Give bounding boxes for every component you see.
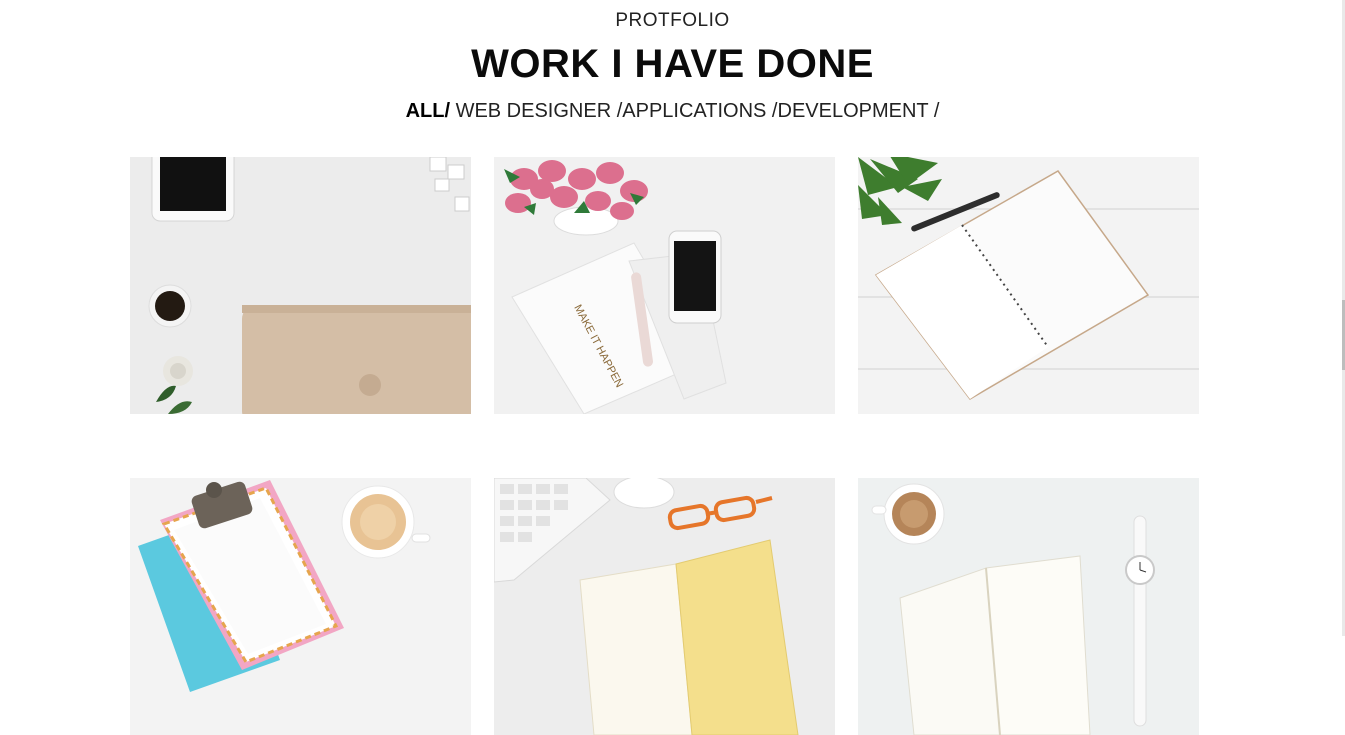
filter-applications[interactable]: APPLICATIONS / <box>622 100 777 122</box>
portfolio-item-3[interactable] <box>858 157 1199 414</box>
portfolio-item-4[interactable] <box>130 478 471 735</box>
portfolio-filter-bar: ALL/ WEB DESIGNER /APPLICATIONS /DEVELOP… <box>0 100 1345 123</box>
filter-all[interactable]: ALL/ <box>406 100 450 122</box>
portfolio-item-5[interactable] <box>494 478 835 735</box>
section-title: WORK I HAVE DONE <box>471 42 874 86</box>
desk-coffee-watch-notebook-image <box>858 478 1199 735</box>
filter-web-designer[interactable]: WEB DESIGNER / <box>450 100 623 122</box>
desk-spiral-notebook-plant-image <box>858 157 1199 414</box>
desk-laptop-tablet-coffee-image <box>130 157 471 414</box>
portfolio-item-2[interactable]: MAKE IT HAPPEN <box>494 157 835 414</box>
desk-clipboard-coffee-image <box>130 478 471 735</box>
section-eyebrow: PROTFOLIO <box>615 10 730 31</box>
desk-keyboard-glasses-notebook-image <box>494 478 835 735</box>
desk-tulips-phone-notebook-image: MAKE IT HAPPEN <box>494 157 835 414</box>
portfolio-item-6[interactable] <box>858 478 1199 735</box>
portfolio-item-1[interactable] <box>130 157 471 414</box>
filter-development[interactable]: DEVELOPMENT / <box>778 100 940 122</box>
